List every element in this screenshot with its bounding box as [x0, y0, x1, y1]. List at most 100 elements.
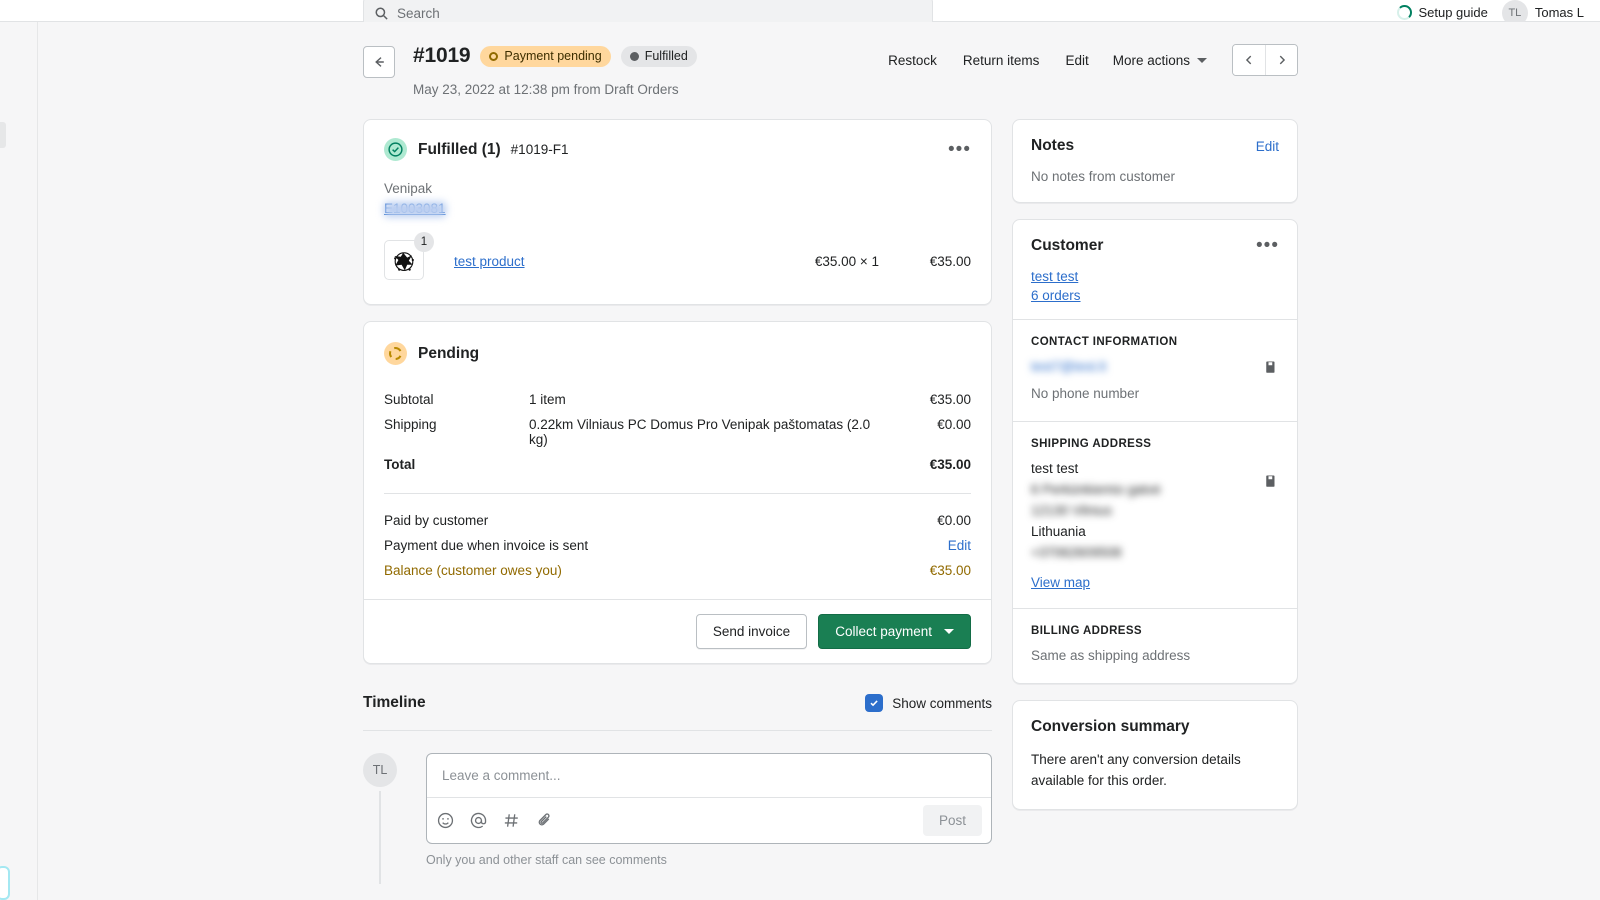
order-title-block: #1019 Payment pending Fulfilled May 23, … [413, 36, 697, 97]
dashed-ring-icon [389, 347, 402, 360]
more-actions-label: More actions [1112, 52, 1190, 68]
fulfillment-header: Fulfilled (1) #1019-F1 ••• [364, 120, 991, 161]
customer-card: Customer ••• test test 6 orders CONTACT … [1012, 219, 1298, 685]
payment-header: Pending [364, 322, 991, 365]
global-top-bar: Search Setup guide TL Tomas L [0, 0, 1600, 31]
back-button[interactable] [363, 46, 395, 78]
return-items-button[interactable]: Return items [950, 46, 1053, 75]
order-header-actions: Restock Return items Edit More actions [875, 44, 1298, 76]
customer-title: Customer [1031, 237, 1104, 254]
summary-amount: €35.00 [929, 392, 971, 407]
paid-amount: €0.00 [937, 513, 971, 528]
chevron-right-icon [1279, 55, 1285, 65]
order-header: #1019 Payment pending Fulfilled May 23, … [363, 36, 1298, 97]
line-item-total: €35.00 [929, 253, 971, 269]
post-comment-button[interactable]: Post [922, 805, 982, 836]
timeline-spine [379, 791, 381, 884]
comment-box: Leave a comment... Post [426, 753, 992, 844]
table-row: Shipping 0.22km Vilniaus PC Domus Pro Ve… [384, 412, 971, 452]
divider [363, 730, 992, 731]
contact-information-heading: CONTACT INFORMATION [1031, 336, 1178, 348]
summary-label: Shipping [384, 417, 437, 432]
restock-button[interactable]: Restock [875, 46, 950, 75]
conversion-header: Conversion summary [1013, 701, 1297, 736]
summary-label: Total [384, 457, 416, 472]
payment-due-edit-link[interactable]: Edit [876, 538, 971, 553]
order-subtitle: May 23, 2022 at 12:38 pm from Draft Orde… [413, 82, 679, 97]
billing-address-section: BILLING ADDRESS Same as shipping address [1013, 608, 1297, 683]
payment-balance-table: Paid by customer €0.00 Payment due when … [364, 494, 991, 599]
customer-header: Customer ••• [1013, 220, 1297, 255]
tracking-number-link[interactable]: E1003081 [384, 201, 446, 217]
payment-summary-table: Subtotal 1 item €35.00 Shipping 0.22km V… [364, 365, 991, 477]
table-row: Payment due when invoice is sent Edit [384, 533, 971, 558]
comment-input[interactable]: Leave a comment... [427, 754, 991, 797]
customer-email[interactable]: test7@test.lt [1031, 357, 1106, 378]
notes-card: Notes Edit No notes from customer [1012, 119, 1298, 203]
next-order-button[interactable] [1265, 45, 1297, 75]
summary-detail: 0.22km Vilniaus PC Domus Pro Venipak paš… [529, 417, 871, 447]
status-badge-payment-label: Payment pending [504, 49, 602, 63]
customer-more-icon[interactable]: ••• [1256, 236, 1279, 255]
comment-visibility-note: Only you and other staff can see comment… [426, 853, 667, 867]
order-side-column: Notes Edit No notes from customer Custom… [1012, 119, 1298, 810]
avatar: TL [363, 753, 397, 787]
summary-label: Subtotal [384, 392, 434, 407]
customer-orders-link[interactable]: 6 orders [1031, 288, 1081, 303]
sidebar-nav-rail [0, 22, 38, 900]
summary-detail: 1 item [529, 392, 566, 407]
notes-title: Notes [1031, 137, 1075, 154]
show-comments-toggle[interactable]: Show comments [865, 694, 992, 712]
collect-payment-button[interactable]: Collect payment [818, 614, 971, 649]
line-item-thumbnail[interactable]: 1 [384, 232, 434, 282]
order-title-row: #1019 Payment pending Fulfilled [413, 36, 697, 76]
attachment-icon[interactable] [535, 811, 554, 830]
line-item-row: 1 test product €35.00 × 1 €35.00 [364, 218, 991, 304]
copy-icon[interactable] [1264, 360, 1279, 380]
search-placeholder: Search [397, 6, 440, 21]
balance-amount: €35.00 [929, 563, 971, 578]
shipping-city: 12130 Vilnius [1031, 502, 1112, 518]
quantity-badge: 1 [414, 232, 434, 252]
copy-icon[interactable] [1264, 474, 1279, 494]
customer-links: test test 6 orders [1013, 255, 1297, 319]
order-detail-content: #1019 Payment pending Fulfilled May 23, … [363, 36, 1298, 884]
summary-amount: €35.00 [929, 457, 971, 472]
user-name-label: Tomas L [1534, 5, 1584, 20]
payment-due-label: Payment due when invoice is sent [384, 538, 589, 553]
check-circle-icon [384, 138, 407, 161]
emoji-icon[interactable] [436, 811, 455, 830]
sidebar-highlight-marker [0, 866, 10, 900]
timeline-section: Timeline Show comments TL Leave a commen… [363, 694, 992, 884]
conversion-title: Conversion summary [1031, 718, 1190, 736]
fulfillment-more-icon[interactable]: ••• [948, 140, 971, 159]
view-map-link[interactable]: View map [1031, 575, 1090, 590]
carrier-name: Venipak [384, 181, 433, 196]
payment-status-title: Pending [418, 344, 480, 362]
checkbox-checked-icon [865, 694, 884, 712]
summary-amount: €0.00 [937, 417, 971, 432]
collect-payment-label: Collect payment [835, 624, 932, 639]
ring-dot-icon [489, 51, 499, 61]
mention-icon[interactable] [469, 811, 488, 830]
contact-information-section: CONTACT INFORMATION test7@test.lt No pho… [1013, 319, 1297, 421]
line-item-name-link[interactable]: test product [454, 254, 525, 269]
page-title: #1019 [413, 44, 471, 67]
send-invoice-button[interactable]: Send invoice [695, 614, 808, 649]
show-comments-label: Show comments [892, 695, 992, 711]
notes-edit-link[interactable]: Edit [1256, 139, 1279, 154]
edit-order-button[interactable]: Edit [1052, 46, 1101, 75]
customer-name-link[interactable]: test test [1031, 269, 1078, 284]
shipping-phone: +37062609508 [1031, 544, 1122, 560]
line-item-unit-price: €35.00 × 1 [814, 253, 879, 269]
hashtag-icon[interactable] [502, 811, 521, 830]
table-row: Balance (customer owes you) €35.00 [384, 558, 971, 583]
timeline-title: Timeline [363, 694, 426, 711]
sidebar-collapse-handle[interactable] [0, 122, 6, 148]
chevron-down-icon [1197, 57, 1207, 63]
table-row: Subtotal 1 item €35.00 [384, 387, 971, 412]
table-row: Paid by customer €0.00 [384, 508, 971, 533]
setup-guide-button[interactable]: Setup guide [1397, 5, 1488, 20]
previous-order-button[interactable] [1233, 45, 1265, 75]
more-actions-button[interactable]: More actions [1102, 46, 1218, 75]
